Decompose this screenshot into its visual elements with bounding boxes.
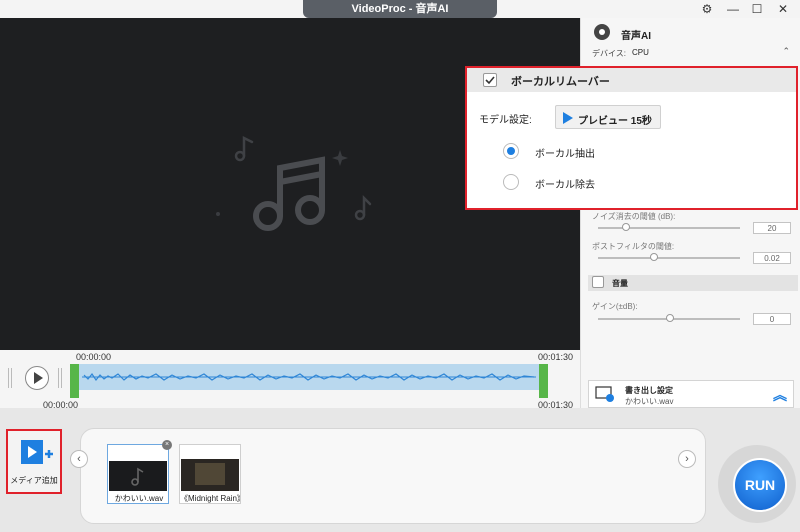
window-title: VideoProc - 音声AI <box>303 0 497 18</box>
volume-checkbox[interactable] <box>592 276 604 288</box>
noise-input[interactable]: 20 <box>753 222 791 234</box>
play-icon <box>34 372 43 384</box>
add-media-icon <box>21 440 53 464</box>
volume-label: 音量 <box>612 279 628 288</box>
waveform-graphic <box>82 372 536 382</box>
audio-ai-icon <box>594 24 610 40</box>
media-item[interactable]: 《Midnight Rain》 <box>179 444 241 504</box>
media-item-label: 《Midnight Rain》 <box>180 494 240 503</box>
drag-grip-left[interactable] <box>8 368 14 388</box>
noise-slider-knob[interactable] <box>622 223 630 231</box>
time-end: 00:01:30 <box>538 352 574 362</box>
media-item-selected[interactable]: かわいい.wav <box>107 444 169 504</box>
device-select[interactable]: CPU ⌃ <box>630 45 792 59</box>
checkmark-icon <box>485 76 495 85</box>
play-button[interactable] <box>25 366 49 390</box>
music-note-icon <box>131 467 144 486</box>
postfilter-slider-knob[interactable] <box>650 253 658 261</box>
export-file-name: かわいい.wav <box>625 397 674 406</box>
radio-vocal-remove[interactable] <box>503 174 519 190</box>
vocal-extract-label: ボーカル抽出 <box>535 149 595 160</box>
chevron-updown-icon: ⌃ <box>782 46 790 56</box>
panel-title: 音声AI <box>621 31 651 42</box>
noise-slider[interactable] <box>598 227 740 229</box>
noise-label: ノイズ消去の閾値 (dB): <box>592 212 676 221</box>
maximize-button[interactable]: ☐ <box>746 0 768 18</box>
trim-handle-left[interactable] <box>70 364 79 398</box>
gain-input[interactable]: 0 <box>753 313 791 325</box>
video-thumbnail <box>181 459 239 491</box>
waveform[interactable] <box>78 364 540 390</box>
export-settings-icon <box>595 386 614 402</box>
gain-slider-knob[interactable] <box>666 314 674 322</box>
media-item-label: かわいい.wav <box>114 494 164 503</box>
model-label: モデル設定: <box>479 115 532 126</box>
radio-selected-dot <box>507 147 515 155</box>
export-settings-button[interactable]: 書き出し設定 かわいい.wav ︽ <box>588 380 794 408</box>
export-settings-title: 書き出し設定 <box>625 386 673 395</box>
run-button[interactable]: RUN <box>733 458 787 512</box>
vocal-remover-header: ボーカルリムーバー <box>467 68 796 92</box>
scroll-left-button[interactable]: ‹ <box>70 450 88 468</box>
trim-handle-right[interactable] <box>539 364 548 398</box>
postfilter-input[interactable]: 0.02 <box>753 252 791 264</box>
remove-media-icon[interactable]: × <box>162 440 172 450</box>
preview-15s-button[interactable]: プレビュー 15秒 <box>555 105 661 129</box>
postfilter-label: ポストフィルタの閾値: <box>592 242 675 251</box>
radio-vocal-extract[interactable] <box>503 143 519 159</box>
add-media-label: メディア追加 <box>10 476 58 485</box>
postfilter-slider[interactable] <box>598 257 740 259</box>
device-value: CPU <box>632 48 649 57</box>
add-media-button[interactable]: メディア追加 <box>6 429 62 494</box>
time-start: 00:00:00 <box>76 352 112 362</box>
device-label: デバイス: <box>592 49 626 58</box>
drag-grip-right[interactable] <box>58 368 64 388</box>
preview-15s-label: プレビュー 15秒 <box>578 116 652 127</box>
vocal-remover-box: ボーカルリムーバー モデル設定: プレビュー 15秒 ボーカル抽出 ボーカル除去 <box>465 66 798 210</box>
close-button[interactable]: ✕ <box>772 0 794 18</box>
media-tray <box>80 428 706 524</box>
vocal-remove-label: ボーカル除去 <box>535 180 595 191</box>
title-bar: VideoProc - 音声AI ⚙ — ☐ ✕ <box>0 0 800 18</box>
gear-icon[interactable]: ⚙ <box>696 0 718 18</box>
gain-label: ゲイン(±dB): <box>592 302 638 311</box>
double-chevron-up-icon: ︽ <box>773 387 787 403</box>
vocal-remover-checkbox[interactable] <box>483 73 497 87</box>
audio-thumbnail <box>109 461 167 491</box>
play-triangle-icon <box>563 112 573 124</box>
minimize-button[interactable]: — <box>722 0 744 18</box>
vocal-remover-title: ボーカルリムーバー <box>511 76 610 88</box>
scroll-right-button[interactable]: › <box>678 450 696 468</box>
